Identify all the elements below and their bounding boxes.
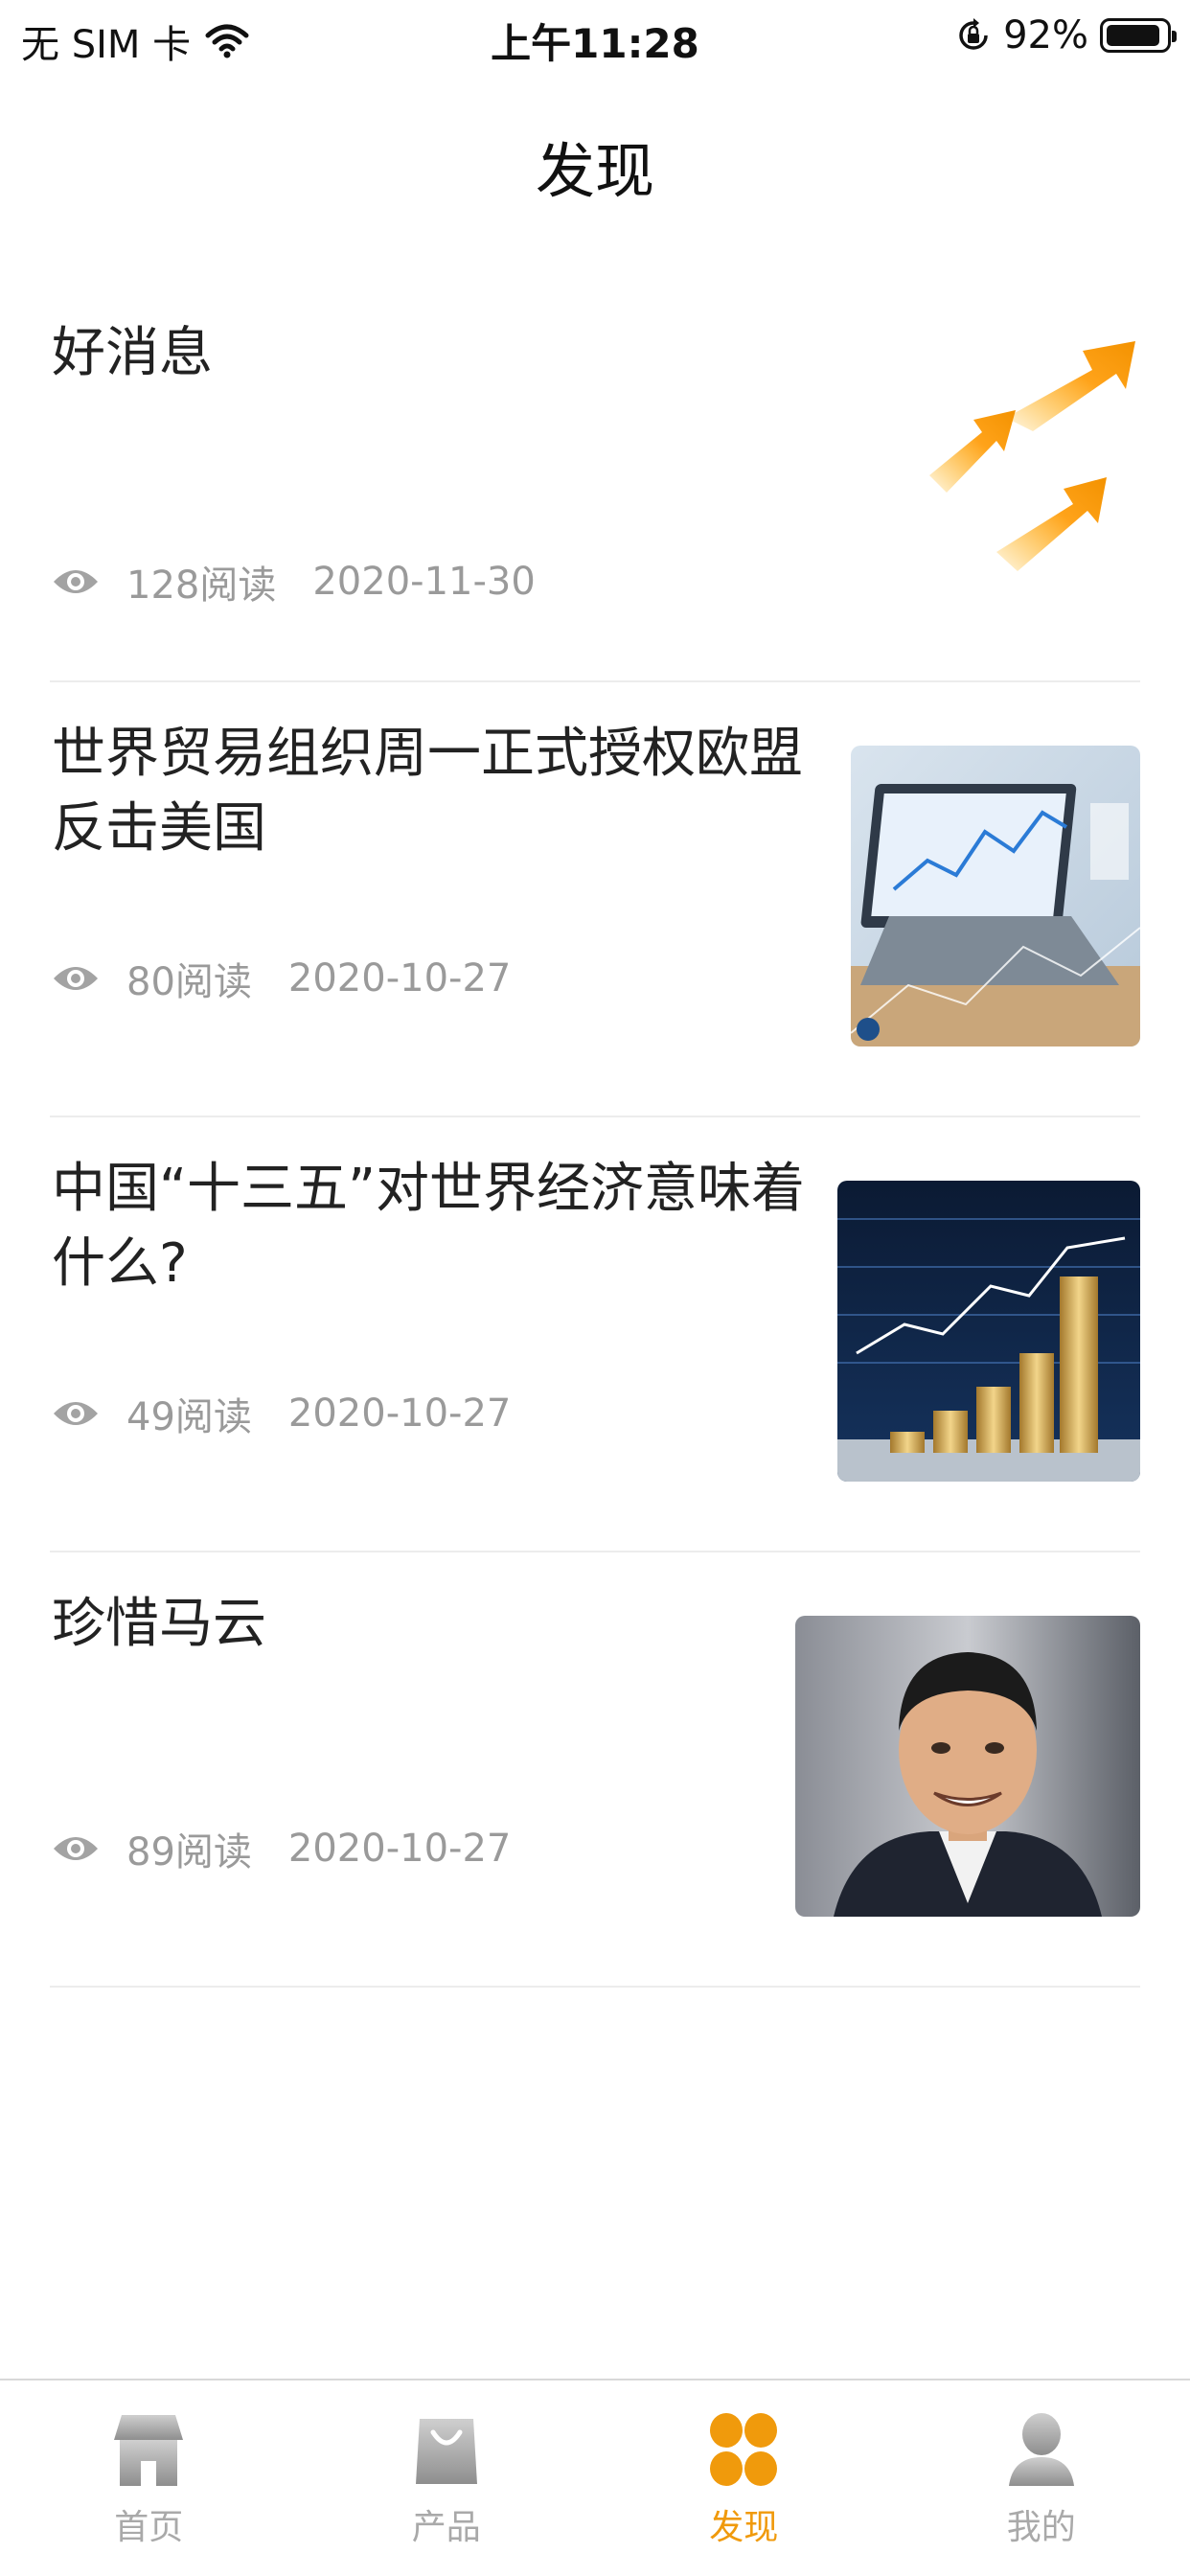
news-item[interactable]: 中国“十三五”对世界经济意味着什么? 49阅读 2020-10-27	[50, 1117, 1140, 1552]
news-title: 好消息	[52, 322, 213, 384]
eye-icon	[54, 967, 98, 990]
tab-home[interactable]: 首页	[0, 2380, 298, 2576]
tab-discover[interactable]: 发现	[595, 2380, 893, 2576]
news-list: 好消息 128阅读 2020-11-30 世界贸易组织周一正式授权欧盟反击美国 …	[50, 284, 1140, 1988]
portrait-photo	[795, 1616, 1140, 1917]
tab-label: 首页	[114, 2508, 184, 2547]
publish-date: 2020-10-27	[287, 1827, 512, 1871]
eye-icon	[54, 570, 98, 593]
news-item[interactable]: 珍惜马云 89阅读 2020-10-27	[50, 1552, 1140, 1988]
person-icon	[1008, 2413, 1074, 2486]
shopping-bag-icon	[415, 2419, 477, 2484]
tab-bar: 首页 产品 发现 我的	[0, 2379, 1190, 2576]
tab-products[interactable]: 产品	[298, 2380, 596, 2576]
coin-stacks-chart-photo	[837, 1181, 1140, 1482]
news-meta: 49阅读 2020-10-27	[52, 1386, 511, 1441]
news-thumbnail	[851, 746, 1140, 1046]
news-title: 中国“十三五”对世界经济意味着什么?	[52, 1158, 806, 1295]
publish-date: 2020-10-27	[287, 1392, 512, 1436]
status-right: 92%	[955, 13, 1177, 58]
news-title: 世界贸易组织周一正式授权欧盟反击美国	[52, 723, 803, 860]
publish-date: 2020-11-30	[312, 560, 536, 604]
read-count: 80阅读	[126, 960, 252, 1004]
tab-label: 产品	[411, 2508, 481, 2547]
page-title: 发现	[535, 136, 654, 206]
battery-fill	[1107, 25, 1160, 46]
read-count: 49阅读	[126, 1395, 252, 1439]
battery-icon	[1100, 18, 1177, 53]
news-meta: 89阅读 2020-10-27	[52, 1821, 511, 1876]
news-thumbnail	[837, 1181, 1140, 1482]
news-meta: 128阅读 2020-11-30	[52, 554, 536, 610]
news-item[interactable]: 世界贸易组织周一正式授权欧盟反击美国 80阅读 2020-10-27	[50, 682, 1140, 1117]
laptop-chart-photo	[851, 746, 1140, 1046]
orange-arrows-graphic	[929, 341, 1135, 571]
publish-date: 2020-10-27	[287, 956, 512, 1000]
status-bar: 无 SIM 卡 上午11:28 92%	[0, 0, 1190, 80]
tab-mine[interactable]: 我的	[893, 2380, 1190, 2576]
news-thumbnail	[795, 1616, 1140, 1917]
store-icon	[114, 2415, 184, 2486]
news-item[interactable]: 好消息 128阅读 2020-11-30	[50, 284, 1140, 682]
news-meta: 80阅读 2020-10-27	[52, 951, 511, 1006]
news-thumbnail	[891, 332, 1140, 590]
read-count: 89阅读	[126, 1830, 252, 1874]
read-count: 128阅读	[126, 564, 277, 608]
eye-icon	[54, 1837, 98, 1860]
news-title: 珍惜马云	[52, 1593, 266, 1655]
tab-label: 我的	[1006, 2508, 1076, 2547]
tab-label: 发现	[709, 2508, 779, 2547]
battery-percent: 92%	[1003, 13, 1088, 58]
clover-icon	[710, 2413, 778, 2486]
eye-icon	[54, 1402, 98, 1425]
orientation-lock-icon	[959, 18, 988, 50]
